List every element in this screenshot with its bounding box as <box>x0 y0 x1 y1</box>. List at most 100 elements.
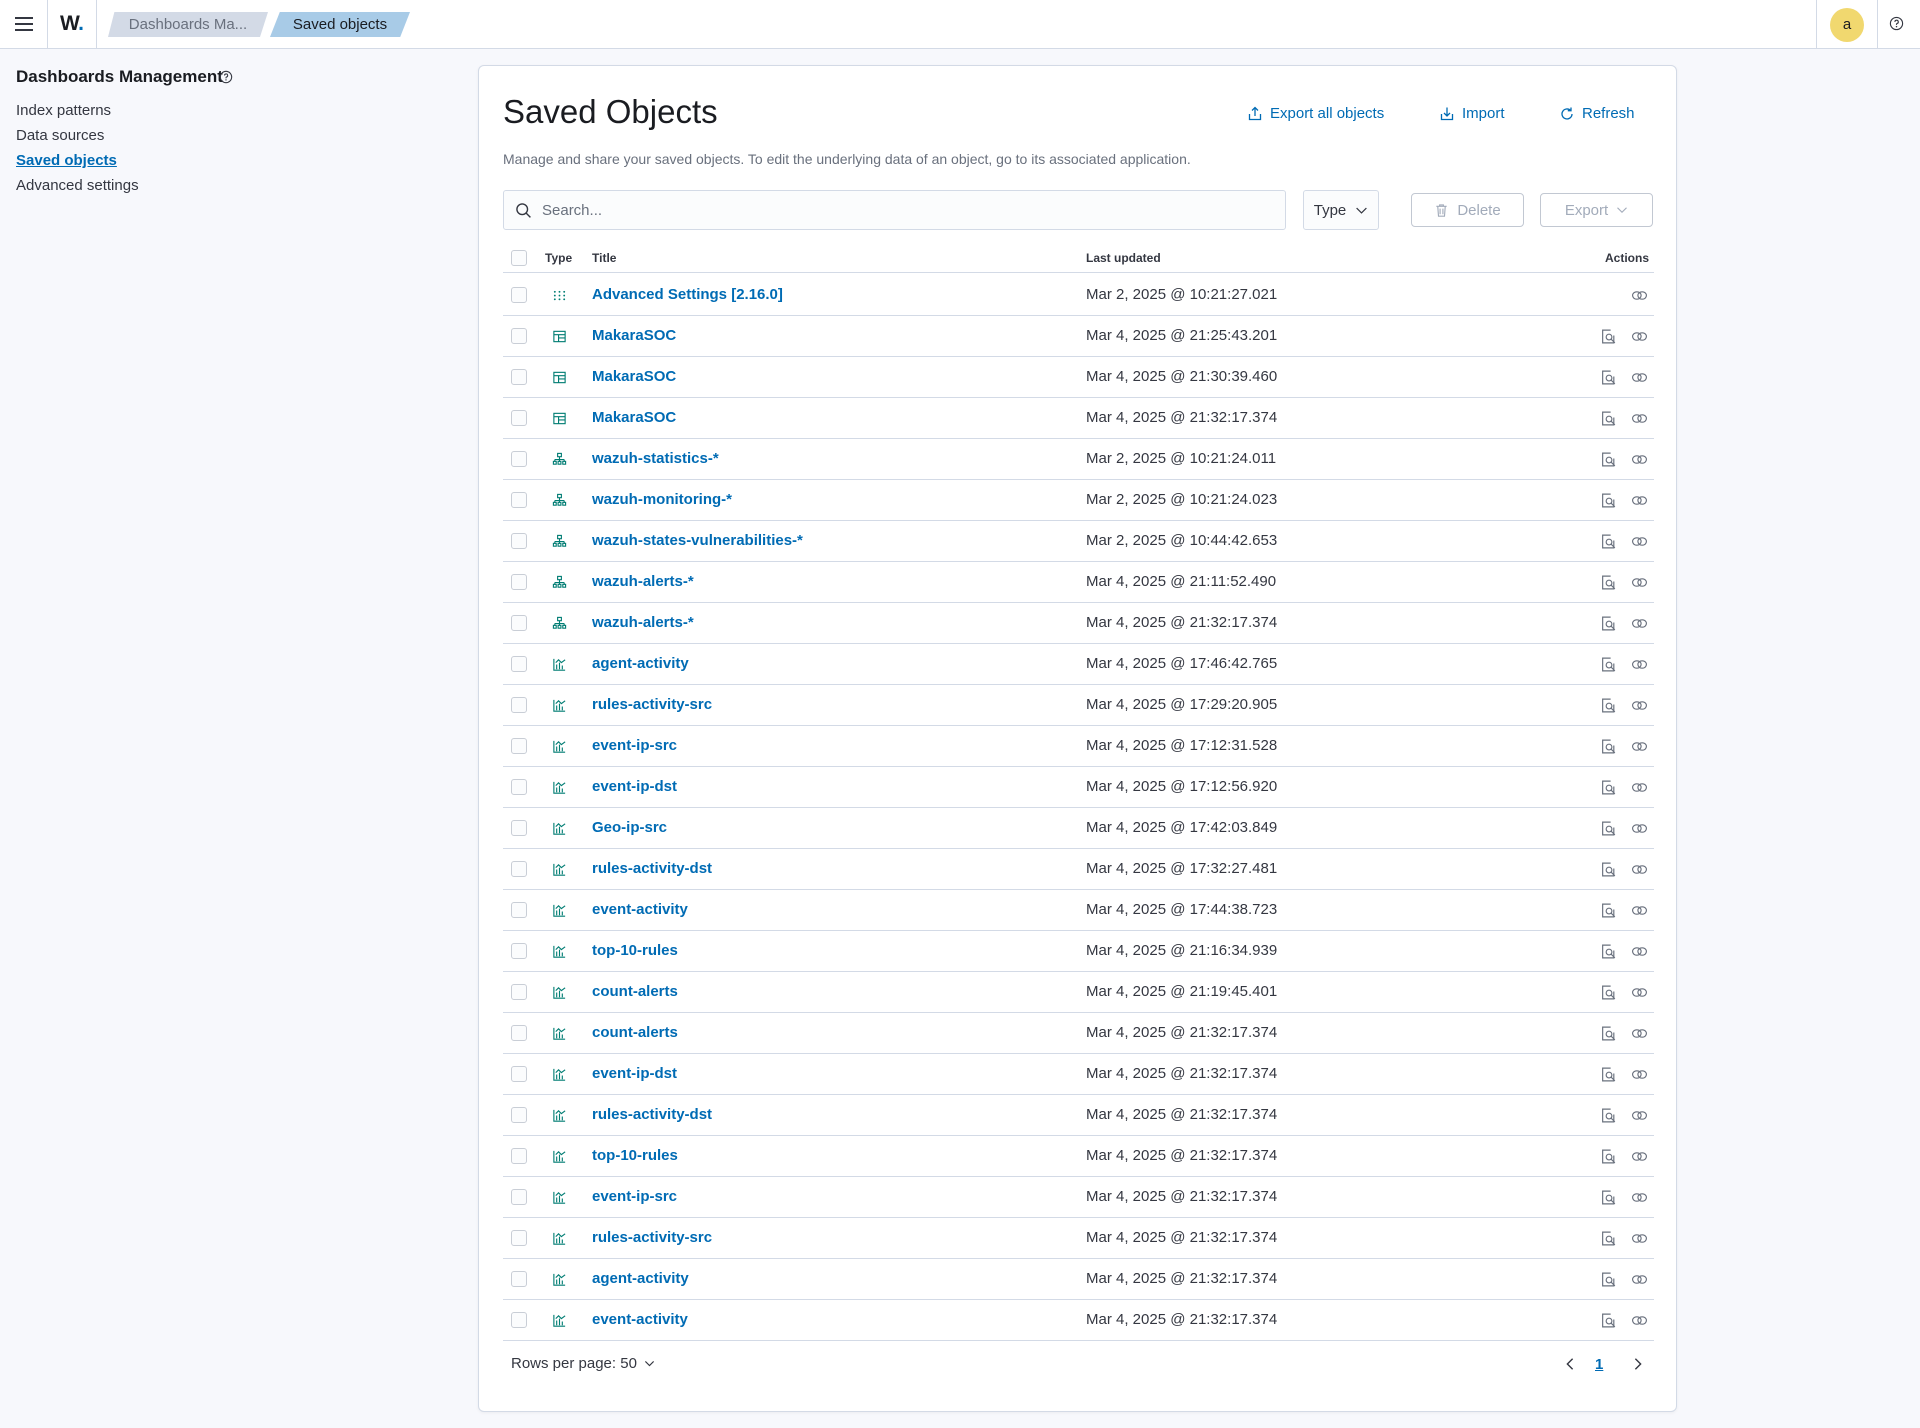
relationships-icon[interactable] <box>1631 779 1648 796</box>
object-title-link[interactable]: count-alerts <box>592 983 678 1000</box>
inspect-icon[interactable] <box>1600 615 1617 632</box>
rows-per-page-button[interactable]: Rows per page: 50 <box>511 1355 655 1372</box>
row-checkbox[interactable] <box>511 943 527 959</box>
menu-icon[interactable] <box>12 12 36 36</box>
relationships-icon[interactable] <box>1631 943 1648 960</box>
relationships-icon[interactable] <box>1631 1107 1648 1124</box>
previous-page-button[interactable] <box>1563 1349 1583 1379</box>
help-icon[interactable] <box>219 70 233 84</box>
inspect-icon[interactable] <box>1600 1271 1617 1288</box>
row-checkbox[interactable] <box>511 328 527 344</box>
row-checkbox[interactable] <box>511 984 527 1000</box>
import-button[interactable]: Import <box>1439 105 1505 122</box>
inspect-icon[interactable] <box>1600 984 1617 1001</box>
object-title-link[interactable]: agent-activity <box>592 655 689 672</box>
object-title-link[interactable]: agent-activity <box>592 1270 689 1287</box>
inspect-icon[interactable] <box>1600 943 1617 960</box>
avatar[interactable]: a <box>1830 8 1864 42</box>
object-title-link[interactable]: top-10-rules <box>592 942 678 959</box>
object-title-link[interactable]: rules-activity-dst <box>592 860 712 877</box>
row-checkbox[interactable] <box>511 1066 527 1082</box>
object-title-link[interactable]: event-ip-src <box>592 737 677 754</box>
select-all-checkbox[interactable] <box>511 250 527 266</box>
relationships-icon[interactable] <box>1631 738 1648 755</box>
search-input[interactable] <box>542 201 1282 219</box>
relationships-icon[interactable] <box>1631 820 1648 837</box>
row-checkbox[interactable] <box>511 492 527 508</box>
inspect-icon[interactable] <box>1600 697 1617 714</box>
inspect-icon[interactable] <box>1600 1230 1617 1247</box>
object-title-link[interactable]: rules-activity-src <box>592 1229 712 1246</box>
breadcrumb-dashboards-management[interactable]: Dashboards Ma... <box>108 12 268 37</box>
inspect-icon[interactable] <box>1600 533 1617 550</box>
row-checkbox[interactable] <box>511 1189 527 1205</box>
relationships-icon[interactable] <box>1631 492 1648 509</box>
object-title-link[interactable]: event-ip-src <box>592 1188 677 1205</box>
relationships-icon[interactable] <box>1631 902 1648 919</box>
object-title-link[interactable]: event-ip-dst <box>592 1065 677 1082</box>
object-title-link[interactable]: event-activity <box>592 1311 688 1328</box>
object-title-link[interactable]: count-alerts <box>592 1024 678 1041</box>
object-title-link[interactable]: MakaraSOC <box>592 409 676 426</box>
inspect-icon[interactable] <box>1600 1066 1617 1083</box>
row-checkbox[interactable] <box>511 287 527 303</box>
export-button[interactable]: Export <box>1540 193 1653 227</box>
relationships-icon[interactable] <box>1631 369 1648 386</box>
relationships-icon[interactable] <box>1631 656 1648 673</box>
inspect-icon[interactable] <box>1600 779 1617 796</box>
relationships-icon[interactable] <box>1631 1312 1648 1329</box>
row-checkbox[interactable] <box>511 1148 527 1164</box>
row-checkbox[interactable] <box>511 697 527 713</box>
relationships-icon[interactable] <box>1631 451 1648 468</box>
object-title-link[interactable]: wazuh-statistics-* <box>592 450 719 467</box>
relationships-icon[interactable] <box>1631 533 1648 550</box>
column-header-last-updated[interactable]: Last updated <box>1086 251 1161 265</box>
sidebar-item-advanced-settings[interactable]: Advanced settings <box>16 173 139 198</box>
object-title-link[interactable]: MakaraSOC <box>592 368 676 385</box>
inspect-icon[interactable] <box>1600 1107 1617 1124</box>
row-checkbox[interactable] <box>511 902 527 918</box>
inspect-icon[interactable] <box>1600 1312 1617 1329</box>
row-checkbox[interactable] <box>511 656 527 672</box>
relationships-icon[interactable] <box>1631 1271 1648 1288</box>
inspect-icon[interactable] <box>1600 820 1617 837</box>
refresh-button[interactable]: Refresh <box>1559 105 1635 122</box>
page-number[interactable]: 1 <box>1595 1349 1603 1379</box>
object-title-link[interactable]: event-ip-dst <box>592 778 677 795</box>
row-checkbox[interactable] <box>511 1025 527 1041</box>
object-title-link[interactable]: wazuh-alerts-* <box>592 614 694 631</box>
inspect-icon[interactable] <box>1600 451 1617 468</box>
relationships-icon[interactable] <box>1631 1066 1648 1083</box>
row-checkbox[interactable] <box>511 615 527 631</box>
sidebar-item-data-sources[interactable]: Data sources <box>16 123 139 148</box>
column-header-title[interactable]: Title <box>592 251 616 265</box>
row-checkbox[interactable] <box>511 1312 527 1328</box>
object-title-link[interactable]: MakaraSOC <box>592 327 676 344</box>
relationships-icon[interactable] <box>1631 1189 1648 1206</box>
relationships-icon[interactable] <box>1631 697 1648 714</box>
row-checkbox[interactable] <box>511 1107 527 1123</box>
row-checkbox[interactable] <box>511 451 527 467</box>
row-checkbox[interactable] <box>511 738 527 754</box>
object-title-link[interactable]: event-activity <box>592 901 688 918</box>
relationships-icon[interactable] <box>1631 287 1648 304</box>
column-header-type[interactable]: Type <box>545 251 572 265</box>
help-icon[interactable] <box>1889 16 1904 31</box>
row-checkbox[interactable] <box>511 533 527 549</box>
row-checkbox[interactable] <box>511 574 527 590</box>
object-title-link[interactable]: wazuh-states-vulnerabilities-* <box>592 532 803 549</box>
relationships-icon[interactable] <box>1631 615 1648 632</box>
row-checkbox[interactable] <box>511 410 527 426</box>
inspect-icon[interactable] <box>1600 1025 1617 1042</box>
row-checkbox[interactable] <box>511 861 527 877</box>
object-title-link[interactable]: Geo-ip-src <box>592 819 667 836</box>
relationships-icon[interactable] <box>1631 1025 1648 1042</box>
relationships-icon[interactable] <box>1631 328 1648 345</box>
relationships-icon[interactable] <box>1631 1148 1648 1165</box>
logo[interactable]: W. <box>60 12 84 36</box>
inspect-icon[interactable] <box>1600 369 1617 386</box>
type-filter-button[interactable]: Type <box>1303 190 1379 230</box>
inspect-icon[interactable] <box>1600 1148 1617 1165</box>
row-checkbox[interactable] <box>511 1230 527 1246</box>
inspect-icon[interactable] <box>1600 574 1617 591</box>
